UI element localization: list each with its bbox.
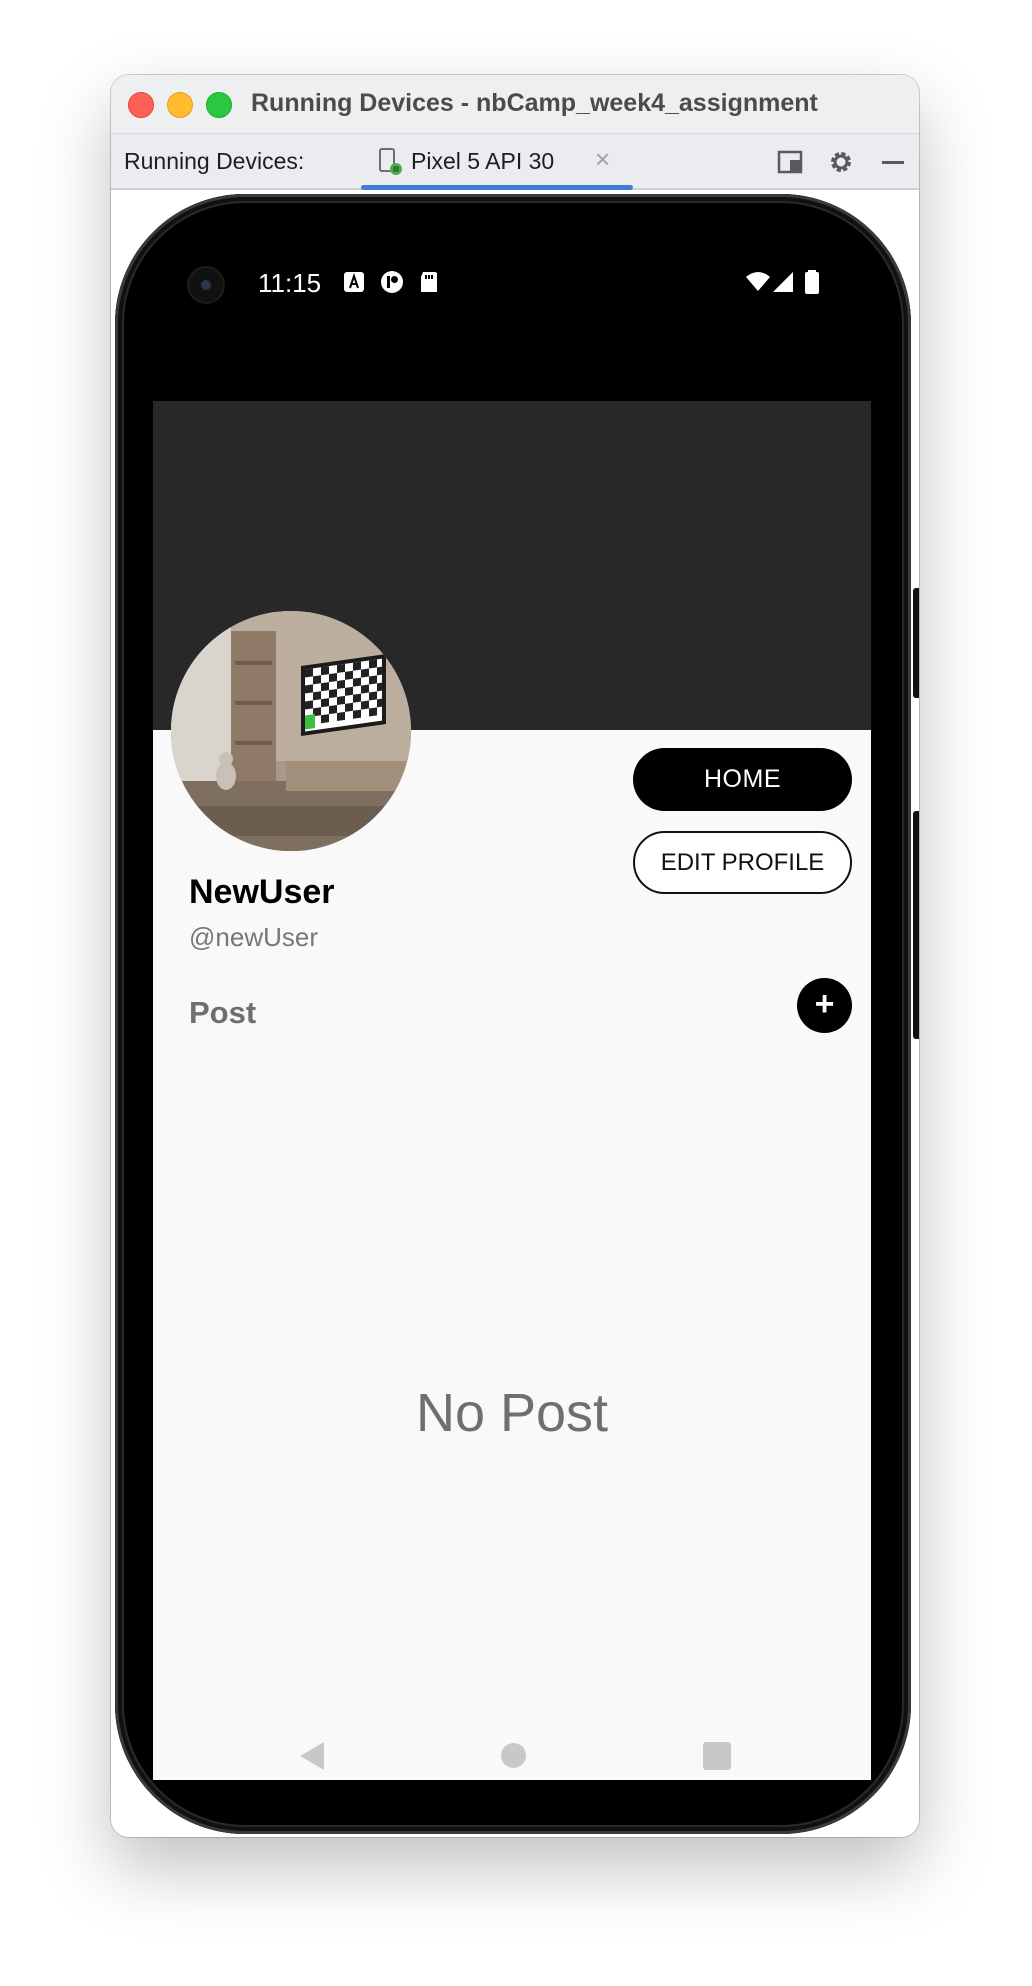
tab-pixel-5[interactable]: Pixel 5 API 30 × bbox=[361, 134, 633, 190]
zoom-window-button[interactable] bbox=[206, 92, 232, 118]
recents-icon[interactable] bbox=[703, 1742, 731, 1770]
post-section-title: Post bbox=[189, 995, 257, 1030]
empty-posts-message: No Post bbox=[415, 1383, 609, 1443]
volume-button bbox=[913, 811, 919, 1039]
gear-icon[interactable] bbox=[826, 147, 856, 177]
power-button bbox=[913, 588, 919, 698]
app-screen: HOME EDIT PROFILE NewUser @newUser Post … bbox=[153, 401, 871, 1780]
title-bar: Running Devices - nbCamp_week4_assignmen… bbox=[111, 75, 919, 134]
minimize-window-button[interactable] bbox=[167, 92, 193, 118]
home-icon[interactable] bbox=[501, 1743, 526, 1768]
running-devices-toolbar: Running Devices: Pixel 5 API 30 × bbox=[111, 134, 919, 190]
phone-frame: 11:15 HOME EDIT PROFILE NewUser @newUser… bbox=[115, 194, 919, 1834]
device-icon bbox=[379, 148, 402, 175]
window-title: Running Devices - nbCamp_week4_assignmen… bbox=[251, 89, 818, 117]
profile-name: NewUser bbox=[189, 873, 335, 911]
battery-icon bbox=[805, 270, 819, 294]
media-icon bbox=[381, 271, 403, 293]
device-display-area: 11:15 HOME EDIT PROFILE NewUser @newUser… bbox=[111, 190, 919, 1837]
status-time: 11:15 bbox=[258, 268, 322, 298]
tab-close-icon[interactable]: × bbox=[595, 144, 610, 175]
sd-card-icon bbox=[421, 272, 437, 292]
running-devices-label: Running Devices: bbox=[124, 148, 305, 174]
status-bar: 11:15 bbox=[115, 194, 911, 344]
edit-profile-button[interactable]: EDIT PROFILE bbox=[633, 831, 852, 894]
profile-avatar[interactable] bbox=[171, 611, 411, 851]
avatar-image bbox=[171, 611, 411, 851]
minimize-icon[interactable] bbox=[878, 147, 908, 177]
a-letter-icon bbox=[344, 272, 364, 292]
ide-window: Running Devices - nbCamp_week4_assignmen… bbox=[111, 75, 919, 1837]
back-icon[interactable] bbox=[298, 1740, 326, 1772]
signal-icon bbox=[773, 272, 793, 292]
wifi-icon bbox=[746, 272, 770, 291]
add-post-button[interactable]: + bbox=[797, 978, 852, 1033]
profile-handle: @newUser bbox=[189, 922, 318, 952]
tab-label: Pixel 5 API 30 bbox=[411, 148, 555, 174]
navigation-bar bbox=[115, 1742, 911, 1834]
front-camera bbox=[187, 266, 225, 304]
panel-icon[interactable] bbox=[775, 147, 805, 177]
close-window-button[interactable] bbox=[128, 92, 154, 118]
home-button[interactable]: HOME bbox=[633, 748, 852, 811]
